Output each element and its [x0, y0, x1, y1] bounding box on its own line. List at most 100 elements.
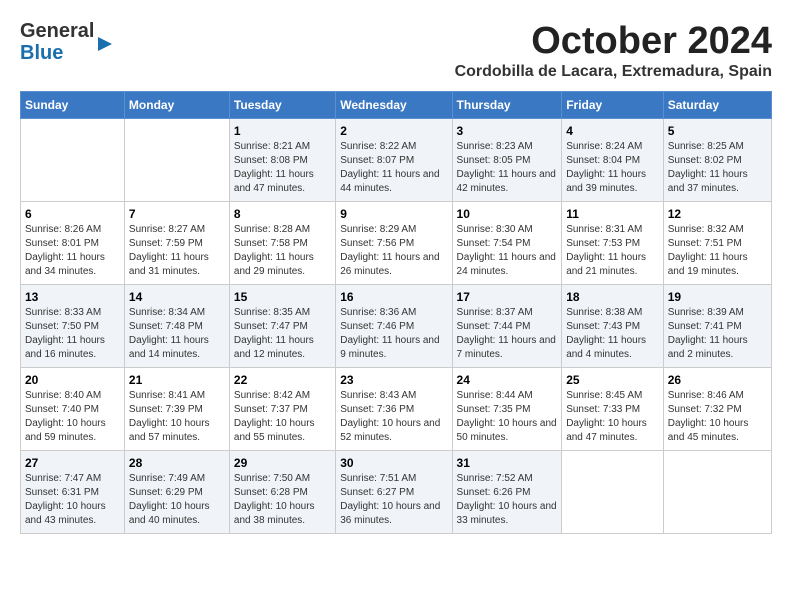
calendar-cell: 13 Sunrise: 8:33 AM Sunset: 7:50 PM Dayli… — [21, 285, 125, 368]
month-title: October 2024 — [455, 20, 772, 63]
calendar-cell: 31 Sunrise: 7:52 AM Sunset: 6:26 PM Dayli… — [452, 451, 562, 534]
calendar-cell: 12Sunrise: 8:32 AM Sunset: 7:51 PM Dayli… — [663, 202, 771, 285]
day-number: 5 — [668, 124, 767, 138]
day-info: Sunrise: 8:37 AM Sunset: 7:44 PM Dayligh… — [457, 306, 558, 362]
weekday-header-wednesday: Wednesday — [336, 92, 452, 119]
calendar-cell: 17 Sunrise: 8:37 AM Sunset: 7:44 PM Dayli… — [452, 285, 562, 368]
day-info: Sunrise: 8:29 AM Sunset: 7:56 PM Dayligh… — [340, 223, 447, 279]
logo-general: General — [20, 20, 94, 42]
calendar-cell: 9 Sunrise: 8:29 AM Sunset: 7:56 PM Daylig… — [336, 202, 452, 285]
calendar-week-row: 27 Sunrise: 7:47 AM Sunset: 6:31 PM Dayli… — [21, 451, 772, 534]
calendar-table: SundayMondayTuesdayWednesdayThursdayFrid… — [20, 91, 772, 534]
calendar-cell: 19 Sunrise: 8:39 AM Sunset: 7:41 PM Dayli… — [663, 285, 771, 368]
day-number: 7 — [129, 207, 225, 221]
calendar-cell: 1Sunrise: 8:21 AM Sunset: 8:08 PM Daylig… — [229, 119, 335, 202]
calendar-cell: 21 Sunrise: 8:41 AM Sunset: 7:39 PM Dayli… — [124, 368, 229, 451]
day-info: Sunrise: 8:42 AM Sunset: 7:37 PM Dayligh… — [234, 389, 331, 445]
calendar-cell: 22 Sunrise: 8:42 AM Sunset: 7:37 PM Dayli… — [229, 368, 335, 451]
calendar-cell — [663, 451, 771, 534]
day-number: 29 — [234, 456, 331, 470]
weekday-header-tuesday: Tuesday — [229, 92, 335, 119]
calendar-cell: 26 Sunrise: 8:46 AM Sunset: 7:32 PM Dayli… — [663, 368, 771, 451]
day-number: 9 — [340, 207, 447, 221]
day-number: 31 — [457, 456, 558, 470]
calendar-cell: 29 Sunrise: 7:50 AM Sunset: 6:28 PM Dayli… — [229, 451, 335, 534]
logo: General Blue — [20, 20, 114, 64]
logo-blue: Blue — [20, 42, 94, 64]
day-info: Sunrise: 7:50 AM Sunset: 6:28 PM Dayligh… — [234, 472, 331, 528]
calendar-cell: 16 Sunrise: 8:36 AM Sunset: 7:46 PM Dayli… — [336, 285, 452, 368]
day-info: Sunrise: 8:46 AM Sunset: 7:32 PM Dayligh… — [668, 389, 767, 445]
calendar-cell: 2Sunrise: 8:22 AM Sunset: 8:07 PM Daylig… — [336, 119, 452, 202]
day-info: Sunrise: 8:44 AM Sunset: 7:35 PM Dayligh… — [457, 389, 558, 445]
day-info: Sunrise: 7:47 AM Sunset: 6:31 PM Dayligh… — [25, 472, 120, 528]
day-info: Sunrise: 8:38 AM Sunset: 7:43 PM Dayligh… — [566, 306, 659, 362]
calendar-cell: 25 Sunrise: 8:45 AM Sunset: 7:33 PM Dayli… — [562, 368, 664, 451]
weekday-header-sunday: Sunday — [21, 92, 125, 119]
weekday-header-friday: Friday — [562, 92, 664, 119]
day-info: Sunrise: 8:26 AM Sunset: 8:01 PM Dayligh… — [25, 223, 120, 279]
weekday-header-thursday: Thursday — [452, 92, 562, 119]
day-number: 22 — [234, 373, 331, 387]
day-info: Sunrise: 8:41 AM Sunset: 7:39 PM Dayligh… — [129, 389, 225, 445]
day-number: 12 — [668, 207, 767, 221]
day-info: Sunrise: 8:36 AM Sunset: 7:46 PM Dayligh… — [340, 306, 447, 362]
calendar-cell: 5 Sunrise: 8:25 AM Sunset: 8:02 PM Daylig… — [663, 119, 771, 202]
day-info: Sunrise: 8:45 AM Sunset: 7:33 PM Dayligh… — [566, 389, 659, 445]
calendar-cell: 30Sunrise: 7:51 AM Sunset: 6:27 PM Dayli… — [336, 451, 452, 534]
day-number: 2 — [340, 124, 447, 138]
calendar-cell — [562, 451, 664, 534]
calendar-cell: 14Sunrise: 8:34 AM Sunset: 7:48 PM Dayli… — [124, 285, 229, 368]
calendar-cell: 23 Sunrise: 8:43 AM Sunset: 7:36 PM Dayli… — [336, 368, 452, 451]
day-number: 21 — [129, 373, 225, 387]
day-info: Sunrise: 8:21 AM Sunset: 8:08 PM Dayligh… — [234, 140, 331, 196]
day-number: 24 — [457, 373, 558, 387]
location-title: Cordobilla de Lacara, Extremadura, Spain — [455, 63, 772, 81]
day-number: 23 — [340, 373, 447, 387]
day-info: Sunrise: 8:25 AM Sunset: 8:02 PM Dayligh… — [668, 140, 767, 196]
day-info: Sunrise: 8:23 AM Sunset: 8:05 PM Dayligh… — [457, 140, 558, 196]
calendar-week-row: 20 Sunrise: 8:40 AM Sunset: 7:40 PM Dayli… — [21, 368, 772, 451]
calendar-cell: 24 Sunrise: 8:44 AM Sunset: 7:35 PM Dayli… — [452, 368, 562, 451]
day-number: 4 — [566, 124, 659, 138]
calendar-cell: 3 Sunrise: 8:23 AM Sunset: 8:05 PM Daylig… — [452, 119, 562, 202]
logo-arrow-icon — [96, 35, 114, 53]
calendar-cell: 15Sunrise: 8:35 AM Sunset: 7:47 PM Dayli… — [229, 285, 335, 368]
day-number: 20 — [25, 373, 120, 387]
day-number: 10 — [457, 207, 558, 221]
day-info: Sunrise: 7:52 AM Sunset: 6:26 PM Dayligh… — [457, 472, 558, 528]
day-number: 18 — [566, 290, 659, 304]
day-number: 3 — [457, 124, 558, 138]
calendar-cell: 28Sunrise: 7:49 AM Sunset: 6:29 PM Dayli… — [124, 451, 229, 534]
day-number: 6 — [25, 207, 120, 221]
title-block: October 2024 Cordobilla de Lacara, Extre… — [455, 20, 772, 81]
day-info: Sunrise: 8:30 AM Sunset: 7:54 PM Dayligh… — [457, 223, 558, 279]
day-info: Sunrise: 8:39 AM Sunset: 7:41 PM Dayligh… — [668, 306, 767, 362]
day-number: 30 — [340, 456, 447, 470]
day-number: 15 — [234, 290, 331, 304]
day-number: 13 — [25, 290, 120, 304]
day-info: Sunrise: 8:31 AM Sunset: 7:53 PM Dayligh… — [566, 223, 659, 279]
day-info: Sunrise: 8:40 AM Sunset: 7:40 PM Dayligh… — [25, 389, 120, 445]
day-number: 16 — [340, 290, 447, 304]
calendar-cell: 11Sunrise: 8:31 AM Sunset: 7:53 PM Dayli… — [562, 202, 664, 285]
day-info: Sunrise: 8:43 AM Sunset: 7:36 PM Dayligh… — [340, 389, 447, 445]
day-number: 26 — [668, 373, 767, 387]
day-info: Sunrise: 8:34 AM Sunset: 7:48 PM Dayligh… — [129, 306, 225, 362]
day-info: Sunrise: 8:33 AM Sunset: 7:50 PM Dayligh… — [25, 306, 120, 362]
calendar-cell: 18 Sunrise: 8:38 AM Sunset: 7:43 PM Dayli… — [562, 285, 664, 368]
calendar-header-row: SundayMondayTuesdayWednesdayThursdayFrid… — [21, 92, 772, 119]
page-header: General Blue October 2024 Cordobilla de … — [20, 20, 772, 81]
calendar-cell: 8 Sunrise: 8:28 AM Sunset: 7:58 PM Daylig… — [229, 202, 335, 285]
weekday-header-saturday: Saturday — [663, 92, 771, 119]
day-number: 8 — [234, 207, 331, 221]
day-number: 27 — [25, 456, 120, 470]
calendar-cell — [124, 119, 229, 202]
day-info: Sunrise: 7:49 AM Sunset: 6:29 PM Dayligh… — [129, 472, 225, 528]
day-number: 19 — [668, 290, 767, 304]
calendar-week-row: 1Sunrise: 8:21 AM Sunset: 8:08 PM Daylig… — [21, 119, 772, 202]
day-number: 25 — [566, 373, 659, 387]
calendar-week-row: 6 Sunrise: 8:26 AM Sunset: 8:01 PM Daylig… — [21, 202, 772, 285]
day-info: Sunrise: 8:28 AM Sunset: 7:58 PM Dayligh… — [234, 223, 331, 279]
day-number: 17 — [457, 290, 558, 304]
